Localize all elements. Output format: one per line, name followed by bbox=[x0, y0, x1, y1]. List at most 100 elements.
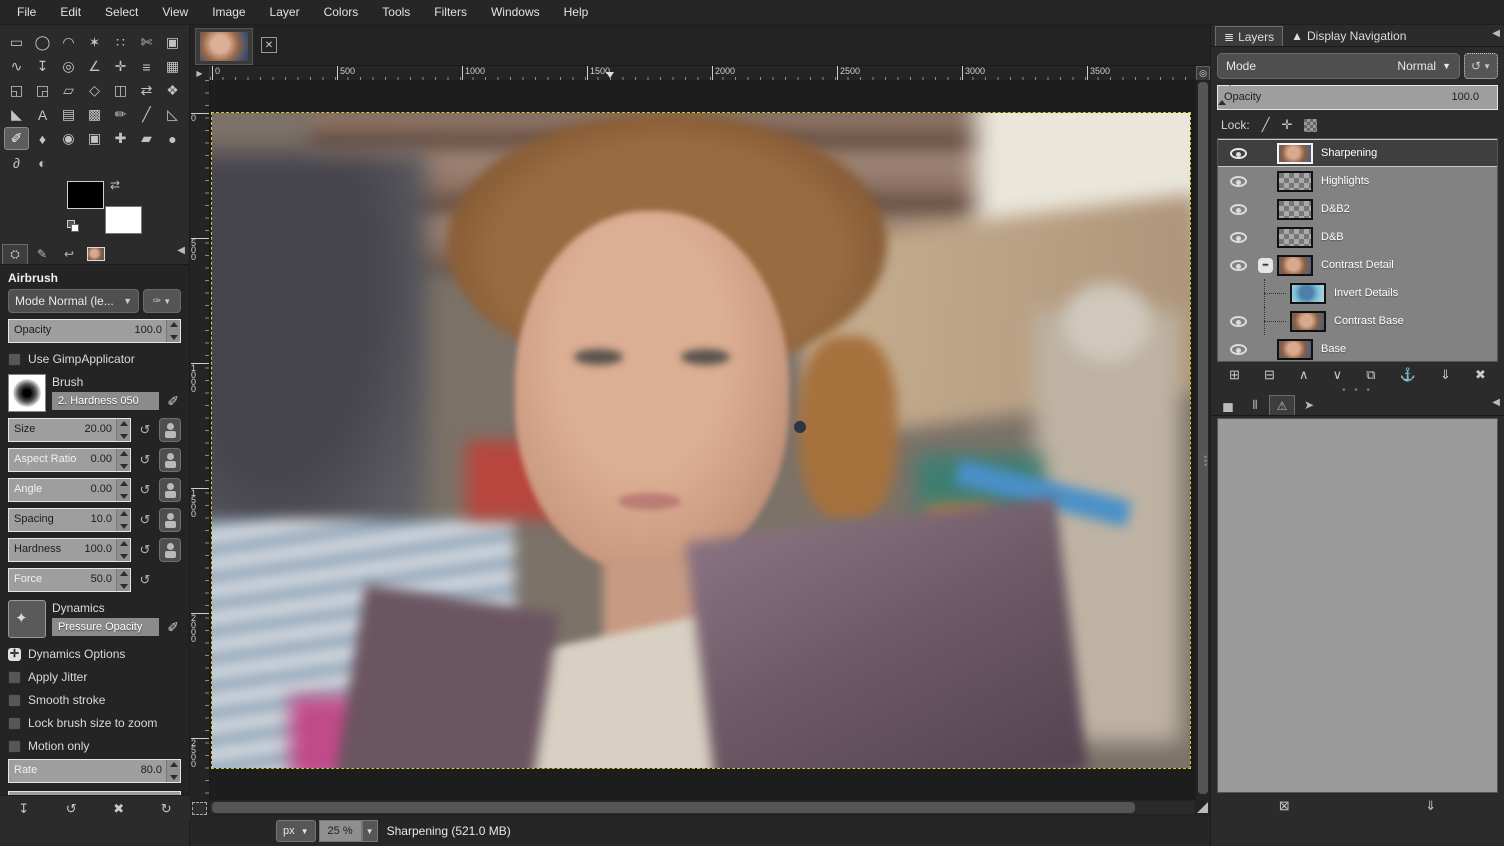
tab-selection-editor[interactable]: ⦀ bbox=[1242, 395, 1268, 415]
layer-thumbnail[interactable] bbox=[1277, 143, 1313, 164]
tab-error-console[interactable]: ⚠ bbox=[1269, 395, 1295, 415]
checkbox-row-apply-jitter[interactable]: Apply Jitter bbox=[8, 670, 181, 684]
reset-tool-button[interactable]: ↻ bbox=[161, 801, 172, 817]
layer-opacity-slider[interactable]: Opacity 100.0 bbox=[1217, 85, 1498, 110]
aspect-ratio-slider[interactable]: Aspect Ratio0.00 bbox=[8, 448, 131, 472]
delete-preset-button[interactable]: ✖ bbox=[113, 801, 124, 817]
menu-colors[interactable]: Colors bbox=[313, 2, 370, 22]
layer-name[interactable]: Contrast Detail bbox=[1321, 259, 1394, 271]
canvas-image[interactable] bbox=[212, 113, 1190, 768]
checkbox-row-smooth-stroke[interactable]: Smooth stroke bbox=[8, 693, 181, 707]
reset-icon[interactable]: ↺ bbox=[135, 452, 155, 468]
layer-thumbnail[interactable] bbox=[1290, 283, 1326, 304]
layer-row-highlights[interactable]: Highlights bbox=[1218, 167, 1497, 195]
visibility-eye-icon[interactable] bbox=[1218, 344, 1258, 355]
merge-layer-button[interactable]: ⇓ bbox=[1440, 367, 1451, 383]
layer-row-invert-details[interactable]: Invert Details bbox=[1218, 279, 1497, 307]
tab-pointer[interactable]: ➤ bbox=[1296, 395, 1322, 415]
layer-thumbnail[interactable] bbox=[1290, 311, 1326, 332]
tool-unified-transform[interactable]: ◫ bbox=[108, 79, 133, 102]
link-brush-default-button[interactable] bbox=[159, 508, 181, 532]
tool-cage-transform[interactable]: ◲ bbox=[30, 79, 55, 102]
tool-dodge-burn[interactable]: ◐ bbox=[30, 151, 55, 174]
save-log-button[interactable]: ⇓ bbox=[1425, 798, 1436, 814]
spacing-slider[interactable]: Spacing10.0 bbox=[8, 508, 131, 532]
tab-undo-history[interactable]: ↩ bbox=[56, 244, 82, 264]
close-image-icon[interactable]: ✕ bbox=[261, 37, 277, 53]
checkbox[interactable] bbox=[8, 740, 21, 753]
tool-eraser[interactable]: ◺ bbox=[160, 103, 185, 126]
mode-options-button[interactable]: ✑▼ bbox=[143, 289, 181, 313]
layer-thumbnail[interactable] bbox=[1277, 199, 1313, 220]
tool-scissors-select[interactable]: ✄ bbox=[134, 31, 159, 54]
tool-ink[interactable]: ♦ bbox=[30, 127, 55, 150]
brush-preview[interactable] bbox=[8, 374, 46, 412]
delete-layer-button[interactable]: ✖ bbox=[1475, 367, 1486, 383]
menu-layer[interactable]: Layer bbox=[259, 2, 311, 22]
dynamics-options-expander[interactable]: ✛ Dynamics Options bbox=[8, 647, 181, 661]
slider-spinner[interactable] bbox=[116, 509, 130, 531]
tool-move[interactable]: ✛ bbox=[108, 55, 133, 78]
tool-paintbrush[interactable]: ╱ bbox=[134, 103, 159, 126]
tool-crop[interactable]: ▦ bbox=[160, 55, 185, 78]
navigation-preview-button[interactable] bbox=[1197, 802, 1208, 813]
link-brush-default-button[interactable] bbox=[159, 478, 181, 502]
layer-row-sharpening[interactable]: Sharpening bbox=[1218, 139, 1497, 167]
restore-preset-button[interactable]: ↺ bbox=[66, 801, 77, 817]
image-tab[interactable] bbox=[195, 28, 253, 65]
anchor-layer-button[interactable]: ⚓ bbox=[1400, 367, 1416, 383]
size-slider[interactable]: Size20.00 bbox=[8, 418, 131, 442]
menu-help[interactable]: Help bbox=[553, 2, 600, 22]
visibility-eye-icon[interactable] bbox=[1218, 232, 1258, 243]
reset-icon[interactable]: ↺ bbox=[135, 542, 155, 558]
tool-perspective-clone[interactable]: ▰ bbox=[134, 127, 159, 150]
link-brush-default-button[interactable] bbox=[159, 538, 181, 562]
layer-name[interactable]: Highlights bbox=[1321, 175, 1369, 187]
clear-errors-button[interactable]: ⊠ bbox=[1279, 798, 1290, 814]
angle-slider[interactable]: Angle0.00 bbox=[8, 478, 131, 502]
pane-splitter-dots[interactable]: ••• bbox=[1204, 455, 1207, 467]
menu-edit[interactable]: Edit bbox=[49, 2, 92, 22]
tool-heal[interactable]: ✚ bbox=[108, 127, 133, 150]
menu-select[interactable]: Select bbox=[94, 2, 149, 22]
tool-airbrush[interactable]: ✐ bbox=[4, 127, 29, 150]
visibility-eye-icon[interactable] bbox=[1218, 204, 1258, 215]
force-slider[interactable]: Force50.0 bbox=[8, 568, 131, 592]
tool-bucket-fill[interactable]: ◣ bbox=[4, 103, 29, 126]
tool-blur-sharpen[interactable]: ● bbox=[160, 127, 185, 150]
tool-shear[interactable]: ▱ bbox=[56, 79, 81, 102]
ruler-origin-button[interactable]: ▶ bbox=[190, 66, 210, 81]
checkbox-row-lock-brush-size-to-zoom[interactable]: Lock brush size to zoom bbox=[8, 716, 181, 730]
new-group-button[interactable]: ⊟ bbox=[1264, 367, 1275, 383]
tab-histogram[interactable]: ▅ bbox=[1215, 395, 1241, 415]
tool-gradient[interactable]: ▤ bbox=[56, 103, 81, 126]
vertical-ruler[interactable]: 05 0 01 0 0 01 5 0 02 0 0 02 5 0 0 bbox=[190, 80, 210, 800]
menu-view[interactable]: View bbox=[151, 2, 199, 22]
tool-pattern[interactable]: ▩ bbox=[82, 103, 107, 126]
slider-spinner[interactable] bbox=[116, 569, 130, 591]
layer-thumbnail[interactable] bbox=[1277, 227, 1313, 248]
reset-icon[interactable]: ↺ bbox=[135, 572, 155, 588]
layer-row-d-b2[interactable]: D&B2 bbox=[1218, 195, 1497, 223]
tool-rectangle-select[interactable]: ▭ bbox=[4, 31, 29, 54]
tool-clone[interactable]: ▣ bbox=[82, 127, 107, 150]
tool-flip[interactable]: ⇄ bbox=[134, 79, 159, 102]
layer-row-contrast-base[interactable]: Contrast Base bbox=[1218, 307, 1497, 335]
dock-menu-icon[interactable]: ◀ bbox=[1492, 28, 1500, 39]
lock-alpha-icon[interactable] bbox=[1304, 119, 1317, 132]
menu-windows[interactable]: Windows bbox=[480, 2, 551, 22]
tab-image-thumbnail[interactable] bbox=[83, 244, 109, 264]
layer-name[interactable]: D&B bbox=[1321, 231, 1344, 243]
tool-foreground-select[interactable]: ▣ bbox=[160, 31, 185, 54]
visibility-eye-icon[interactable] bbox=[1218, 316, 1258, 327]
visibility-eye-icon[interactable] bbox=[1218, 176, 1258, 187]
slider-spinner[interactable] bbox=[116, 539, 130, 561]
new-layer-button[interactable]: ⊞ bbox=[1229, 367, 1240, 383]
layer-thumbnail[interactable] bbox=[1277, 255, 1313, 276]
dock-menu-icon[interactable]: ◀ bbox=[1492, 397, 1500, 408]
tab-display-navigation[interactable]: ▲ Display Navigation bbox=[1283, 26, 1414, 46]
menu-file[interactable]: File bbox=[6, 2, 47, 22]
menu-tools[interactable]: Tools bbox=[371, 2, 421, 22]
lower-layer-button[interactable]: ∨ bbox=[1333, 367, 1343, 383]
layer-row-base[interactable]: Base bbox=[1218, 335, 1497, 362]
